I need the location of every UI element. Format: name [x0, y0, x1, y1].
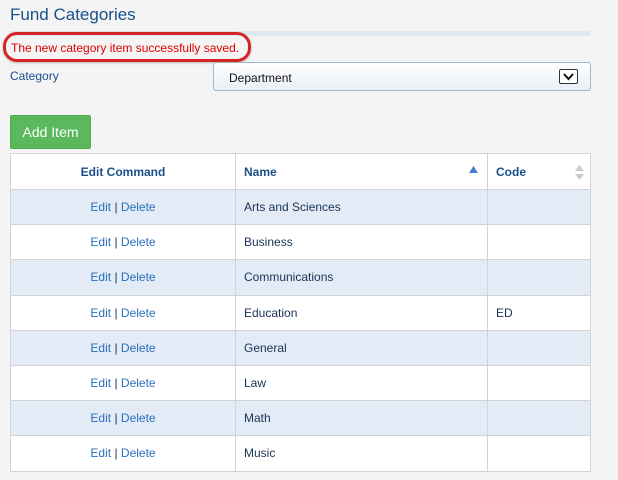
- edit-link[interactable]: Edit: [90, 200, 111, 214]
- link-separator: |: [114, 446, 118, 461]
- sort-both-icon: [575, 165, 584, 180]
- table-row: Edit | Delete General: [10, 329, 591, 366]
- delete-link[interactable]: Delete: [121, 306, 156, 320]
- edit-link[interactable]: Edit: [90, 446, 111, 460]
- table-row: Edit | Delete Law: [10, 364, 591, 402]
- edit-link[interactable]: Edit: [90, 341, 111, 355]
- delete-link[interactable]: Delete: [121, 376, 156, 390]
- name-cell: Music: [235, 435, 488, 472]
- edit-command-cell: Edit | Delete: [10, 259, 236, 296]
- categories-table: Edit Command Name Code Edit | Delete Arts…: [10, 153, 591, 472]
- code-cell: [487, 329, 591, 366]
- column-header-code[interactable]: Code: [487, 153, 591, 190]
- code-cell: [487, 259, 591, 296]
- code-cell: [487, 224, 591, 261]
- edit-command-cell: Edit | Delete: [10, 188, 236, 226]
- edit-link[interactable]: Edit: [90, 306, 111, 320]
- code-cell: ED: [487, 294, 591, 331]
- category-select[interactable]: Department: [213, 62, 591, 91]
- table-row: Edit | Delete Education ED: [10, 294, 591, 331]
- link-separator: |: [114, 235, 118, 250]
- edit-command-cell: Edit | Delete: [10, 400, 236, 437]
- success-message: The new category item successfully saved…: [11, 41, 240, 55]
- table-row: Edit | Delete Math: [10, 400, 591, 437]
- code-cell: [487, 188, 591, 226]
- delete-link[interactable]: Delete: [121, 235, 156, 249]
- edit-command-cell: Edit | Delete: [10, 294, 236, 331]
- category-label: Category: [10, 69, 59, 83]
- delete-link[interactable]: Delete: [121, 200, 156, 214]
- name-cell: Communications: [235, 259, 488, 296]
- category-select-value: Department: [229, 71, 292, 85]
- table-header-row: Edit Command Name Code: [10, 153, 591, 190]
- link-separator: |: [114, 200, 118, 215]
- edit-link[interactable]: Edit: [90, 235, 111, 249]
- delete-link[interactable]: Delete: [121, 411, 156, 425]
- name-cell: Math: [235, 400, 488, 437]
- column-header-code-label: Code: [496, 164, 526, 179]
- delete-link[interactable]: Delete: [121, 446, 156, 460]
- table-row: Edit | Delete Business: [10, 224, 591, 261]
- edit-link[interactable]: Edit: [90, 411, 111, 425]
- table-row: Edit | Delete Communications: [10, 259, 591, 296]
- code-cell: [487, 400, 591, 437]
- name-cell: Law: [235, 364, 488, 402]
- edit-command-cell: Edit | Delete: [10, 364, 236, 402]
- column-header-name[interactable]: Name: [235, 153, 488, 190]
- column-header-edit-command: Edit Command: [10, 153, 236, 190]
- delete-link[interactable]: Delete: [121, 341, 156, 355]
- sort-ascending-icon: [469, 166, 478, 173]
- code-cell: [487, 364, 591, 402]
- code-cell: [487, 435, 591, 472]
- link-separator: |: [114, 340, 118, 355]
- page-title: Fund Categories: [10, 5, 136, 24]
- link-separator: |: [114, 270, 118, 285]
- name-cell: Education: [235, 294, 488, 331]
- add-item-button[interactable]: Add Item: [10, 115, 91, 149]
- table-row: Edit | Delete Arts and Sciences: [10, 188, 591, 226]
- edit-command-cell: Edit | Delete: [10, 224, 236, 261]
- edit-link[interactable]: Edit: [90, 270, 111, 284]
- edit-command-cell: Edit | Delete: [10, 435, 236, 472]
- delete-link[interactable]: Delete: [121, 270, 156, 284]
- link-separator: |: [114, 411, 118, 426]
- chevron-down-icon[interactable]: [559, 69, 578, 84]
- link-separator: |: [114, 376, 118, 391]
- edit-command-cell: Edit | Delete: [10, 329, 236, 366]
- column-header-name-label: Name: [244, 164, 277, 179]
- link-separator: |: [114, 305, 118, 320]
- name-cell: Business: [235, 224, 488, 261]
- name-cell: Arts and Sciences: [235, 188, 488, 226]
- table-row: Edit | Delete Music: [10, 435, 591, 472]
- edit-link[interactable]: Edit: [90, 376, 111, 390]
- name-cell: General: [235, 329, 488, 366]
